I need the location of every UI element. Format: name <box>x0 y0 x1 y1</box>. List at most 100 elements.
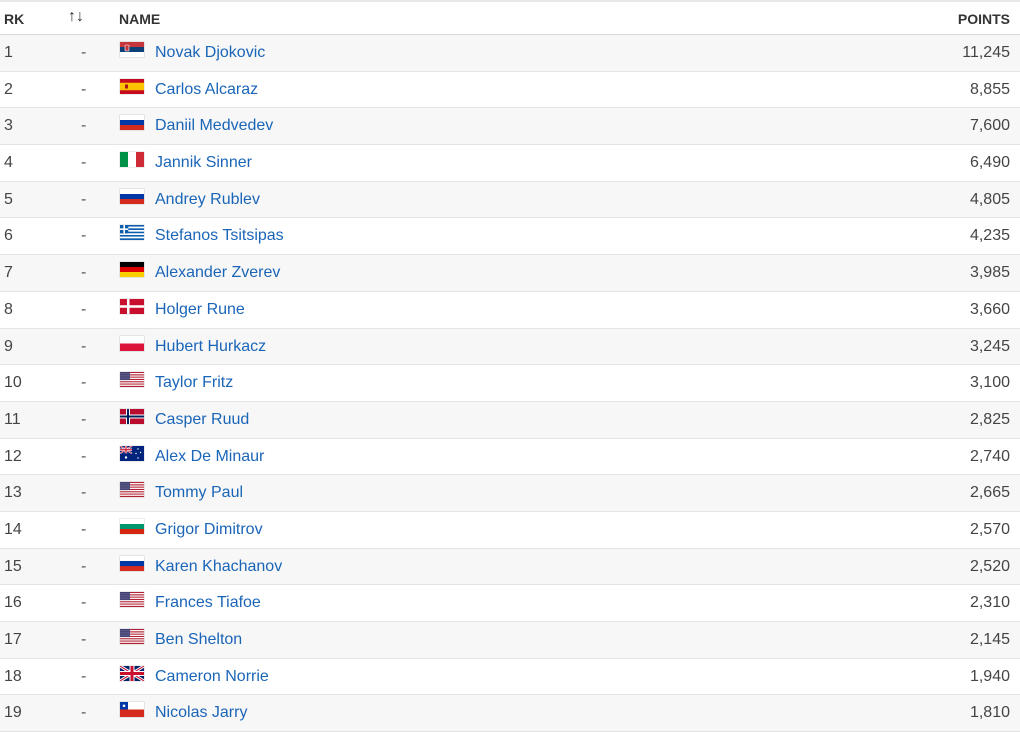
player-name-link[interactable]: Nicolas Jarry <box>155 704 247 722</box>
player-name-link[interactable]: Taylor Fritz <box>155 374 233 392</box>
table-row: 7 - Alexander Zverev 3,985 <box>0 255 1020 292</box>
table-row: 11 - Casper Ruud 2,825 <box>0 401 1020 439</box>
denmark-flag-icon <box>120 298 144 314</box>
table-row: 14 - Grigor Dimitrov 2,570 <box>0 512 1020 549</box>
player-name-link[interactable]: Alex De Minaur <box>155 448 264 466</box>
points-value: 2,665 <box>969 484 1010 502</box>
greece-flag-icon <box>120 225 144 241</box>
rank-value: 4 <box>4 154 13 172</box>
points-value: 2,310 <box>969 594 1010 612</box>
movement-value: - <box>81 337 87 355</box>
player-name-link[interactable]: Frances Tiafoe <box>155 594 261 612</box>
rank-value: 16 <box>4 594 22 612</box>
points-value: 2,520 <box>969 557 1010 575</box>
rank-value: 1 <box>4 44 13 61</box>
player-name-link[interactable]: Casper Ruud <box>155 411 249 429</box>
player-name-link[interactable]: Karen Khachanov <box>155 558 282 576</box>
usa-flag-icon <box>120 372 144 388</box>
points-value: 2,740 <box>969 447 1010 465</box>
movement-value: - <box>81 374 87 392</box>
rank-value: 15 <box>4 557 22 575</box>
australia-flag-icon <box>120 445 144 461</box>
uk-flag-icon <box>120 665 144 681</box>
russia-flag-icon <box>120 188 144 204</box>
points-value: 2,145 <box>969 631 1010 648</box>
movement-value: - <box>81 190 87 208</box>
points-value: 6,490 <box>969 154 1010 172</box>
points-value: 1,940 <box>969 667 1010 685</box>
player-name-link[interactable]: Stefanos Tsitsipas <box>155 227 284 245</box>
movement-value: - <box>81 264 87 282</box>
player-name-link[interactable]: Holger Rune <box>155 301 245 319</box>
player-name-link[interactable]: Carlos Alcaraz <box>155 81 258 99</box>
player-name-link[interactable]: Daniil Medvedev <box>155 117 273 135</box>
movement-value: - <box>81 667 87 685</box>
player-name-link[interactable]: Jannik Sinner <box>155 154 252 172</box>
player-name-link[interactable]: Cameron Norrie <box>155 668 269 686</box>
movement-value: - <box>81 154 87 172</box>
rank-value: 14 <box>4 520 22 538</box>
norway-flag-icon <box>120 408 144 424</box>
spain-flag-icon <box>120 78 144 94</box>
movement-value: - <box>81 227 87 245</box>
player-name-link[interactable]: Ben Shelton <box>155 631 242 649</box>
movement-value: - <box>81 410 87 428</box>
movement-value: - <box>81 484 87 502</box>
points-value: 7,600 <box>969 117 1010 135</box>
italy-flag-icon <box>120 152 144 168</box>
rank-value: 3 <box>4 117 13 135</box>
usa-flag-icon <box>120 592 144 608</box>
points-value: 2,825 <box>969 410 1010 428</box>
movement-value: - <box>81 44 87 61</box>
player-name-link[interactable]: Hubert Hurkacz <box>155 338 266 356</box>
russia-flag-icon <box>120 555 144 571</box>
points-value: 4,235 <box>969 227 1010 245</box>
points-value: 11,245 <box>962 44 1010 61</box>
player-name-link[interactable]: Grigor Dimitrov <box>155 521 263 539</box>
rank-value: 7 <box>4 264 13 282</box>
movement-value: - <box>81 631 87 648</box>
name-column-header[interactable]: NAME <box>119 11 160 27</box>
rank-value: 11 <box>4 410 21 428</box>
table-body: 1 - Novak Djokovic 11,245 2 - Carlos Alcaraz 8,… <box>0 35 1020 732</box>
usa-flag-icon <box>120 482 144 498</box>
movement-sort-icon[interactable]: ↑↓ <box>68 8 84 26</box>
movement-value: - <box>81 447 87 465</box>
player-name-link[interactable]: Novak Djokovic <box>155 44 265 62</box>
table-row: 19 - Nicolas Jarry 1,810 <box>0 695 1020 732</box>
rank-value: 10 <box>4 374 22 392</box>
rank-value: 8 <box>4 300 13 318</box>
points-value: 2,570 <box>969 520 1010 538</box>
player-name-link[interactable]: Tommy Paul <box>155 484 243 502</box>
movement-value: - <box>81 594 87 612</box>
rankings-table: RK ↑↓ NAME POINTS 1 - Novak Djokovic 11,245… <box>0 0 1020 732</box>
rank-value: 5 <box>4 190 13 208</box>
points-column-header[interactable]: POINTS <box>958 11 1010 27</box>
table-row: 3 - Daniil Medvedev 7,600 <box>0 108 1020 146</box>
table-row: 12 - Alex De Minaur 2,740 <box>0 439 1020 476</box>
table-row: 16 - Frances Tiafoe 2,310 <box>0 585 1020 622</box>
rank-value: 18 <box>4 667 22 685</box>
table-row: 18 - Cameron Norrie 1,940 <box>0 659 1020 696</box>
table-header: RK ↑↓ NAME POINTS <box>0 2 1020 35</box>
movement-value: - <box>81 300 87 318</box>
table-row: 8 - Holger Rune 3,660 <box>0 292 1020 329</box>
rank-value: 12 <box>4 447 22 465</box>
movement-value: - <box>81 80 87 98</box>
usa-flag-icon <box>120 629 144 644</box>
table-row: 6 - Stefanos Tsitsipas 4,235 <box>0 218 1020 256</box>
rank-value: 19 <box>4 704 22 722</box>
player-name-link[interactable]: Andrey Rublev <box>155 191 260 209</box>
serbia-flag-icon <box>120 42 144 57</box>
table-row: 9 - Hubert Hurkacz 3,245 <box>0 328 1020 366</box>
movement-value: - <box>81 557 87 575</box>
rank-value: 6 <box>4 227 13 245</box>
russia-flag-icon <box>120 115 144 131</box>
table-row: 15 - Karen Khachanov 2,520 <box>0 548 1020 586</box>
table-row: 1 - Novak Djokovic 11,245 <box>0 35 1020 72</box>
points-value: 3,245 <box>969 337 1010 355</box>
germany-flag-icon <box>120 262 144 278</box>
rank-column-header[interactable]: RK <box>4 11 24 27</box>
player-name-link[interactable]: Alexander Zverev <box>155 264 280 282</box>
table-row: 13 - Tommy Paul 2,665 <box>0 475 1020 512</box>
